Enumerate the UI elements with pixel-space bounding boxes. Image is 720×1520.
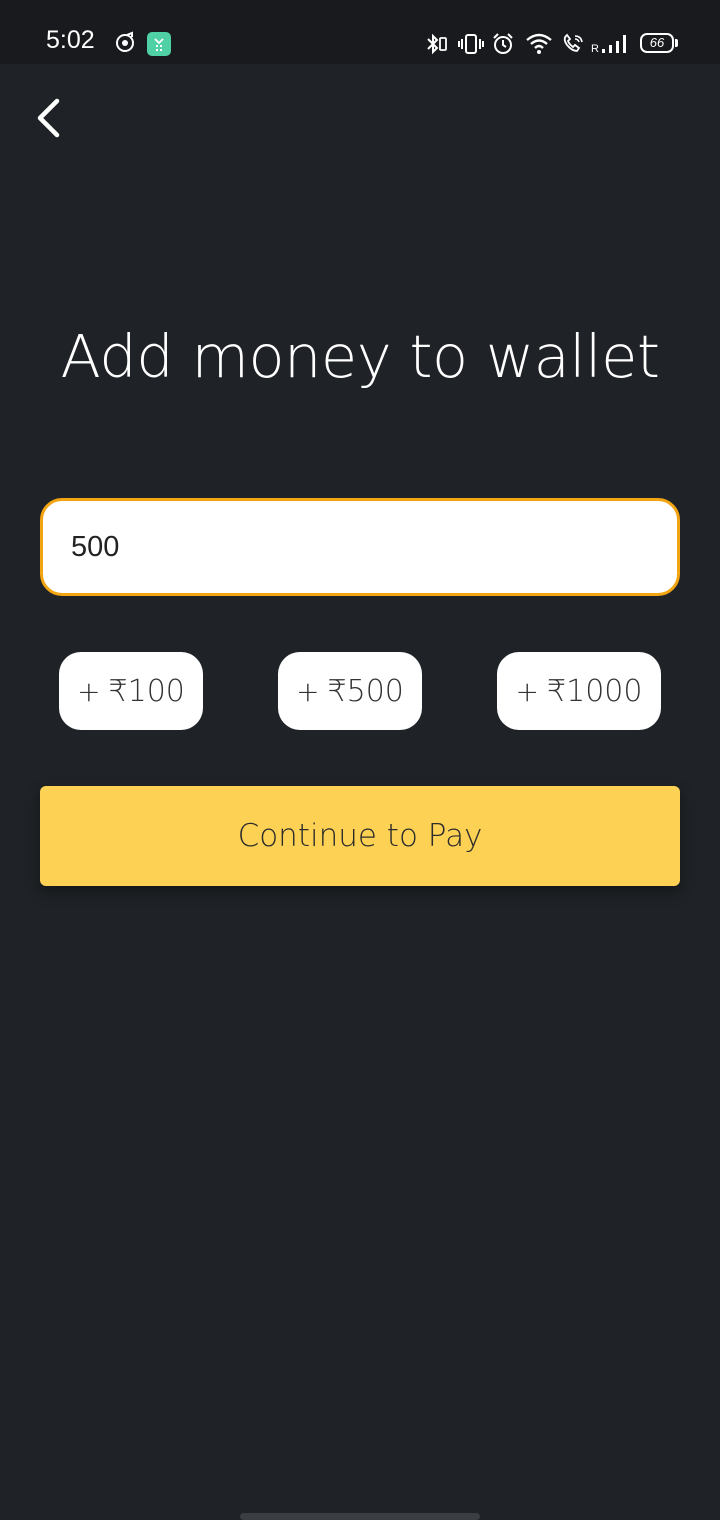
chevron-left-icon [33,98,63,142]
vibrate-icon [458,33,484,59]
continue-to-pay-button[interactable]: Continue to Pay [40,786,680,886]
back-button[interactable] [24,96,72,144]
status-time: 5:02 [46,26,95,54]
battery-tip [675,39,678,47]
alarm-icon [491,33,515,59]
roaming-indicator: R [591,43,599,55]
shopping-app-icon [147,32,171,56]
home-indicator[interactable] [240,1513,480,1520]
plus-sign: + [515,674,540,708]
add-1000-chip[interactable]: + ₹1000 [497,652,661,730]
battery-icon: 66 [640,33,674,53]
add-500-chip[interactable]: + ₹500 [278,652,422,730]
amount-input[interactable] [40,498,680,596]
page-title: Add money to wallet [60,322,660,391]
signal-icon [600,33,630,59]
add-100-chip[interactable]: + ₹100 [59,652,203,730]
plus-sign: + [296,674,320,708]
continue-label: Continue to Pay [237,818,483,854]
chip-label: ₹500 [327,673,404,709]
chip-label: ₹100 [108,673,185,709]
plus-sign: + [77,674,101,708]
wifi-icon [525,32,553,60]
bluetooth-icon [424,33,448,59]
status-bar: 5:02 R 66 [0,0,720,64]
chip-label: ₹1000 [547,673,643,709]
wifi-calling-icon [561,33,585,59]
music-app-icon [114,31,136,57]
